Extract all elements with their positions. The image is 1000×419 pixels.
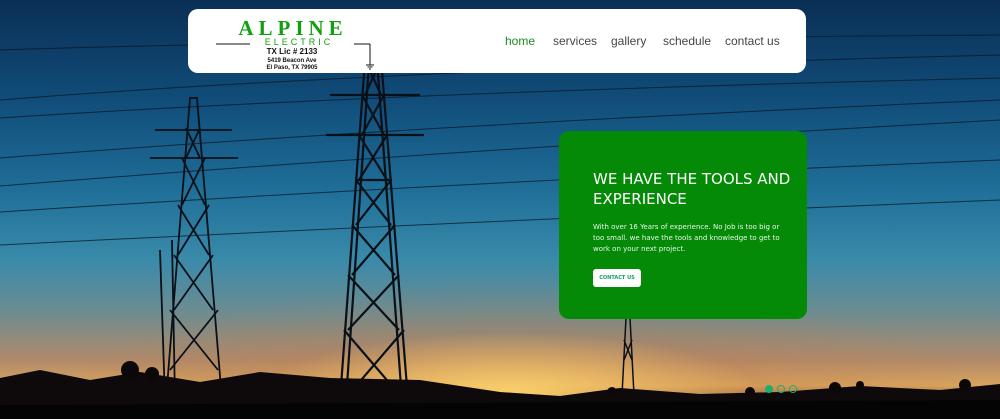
company-logo[interactable]: ALPINE ELECTRIC TX Lic # 2133 5419 Beaco… bbox=[214, 16, 379, 71]
slider-pagination bbox=[765, 385, 797, 399]
slider-dot-3[interactable] bbox=[789, 385, 797, 393]
logo-address-line2: El Paso, TX 79905 bbox=[266, 65, 318, 71]
logo-subtitle: ELECTRIC bbox=[264, 37, 334, 47]
site-header: ALPINE ELECTRIC TX Lic # 2133 5419 Beaco… bbox=[188, 9, 806, 73]
promo-title: WE HAVE THE TOOLS AND EXPERIENCE bbox=[593, 170, 791, 208]
nav-gallery[interactable]: gallery bbox=[611, 34, 646, 48]
promo-card: WE HAVE THE TOOLS AND EXPERIENCE With ov… bbox=[559, 131, 807, 319]
slider-dot-1[interactable] bbox=[765, 385, 773, 393]
nav-services[interactable]: services bbox=[553, 34, 597, 48]
promo-body: With over 16 Years of experience. No Job… bbox=[593, 223, 780, 253]
logo-address-line1: 5419 Beacon Ave bbox=[267, 58, 317, 64]
nav-home[interactable]: home bbox=[505, 34, 535, 48]
logo-license: TX Lic # 2133 bbox=[266, 47, 318, 56]
nav-schedule[interactable]: schedule bbox=[663, 34, 711, 48]
nav-contact-us[interactable]: contact us bbox=[725, 34, 780, 48]
logo-title: ALPINE bbox=[238, 16, 348, 40]
slider-dot-2[interactable] bbox=[777, 385, 785, 393]
contact-us-button[interactable]: CONTACT US bbox=[593, 269, 641, 287]
